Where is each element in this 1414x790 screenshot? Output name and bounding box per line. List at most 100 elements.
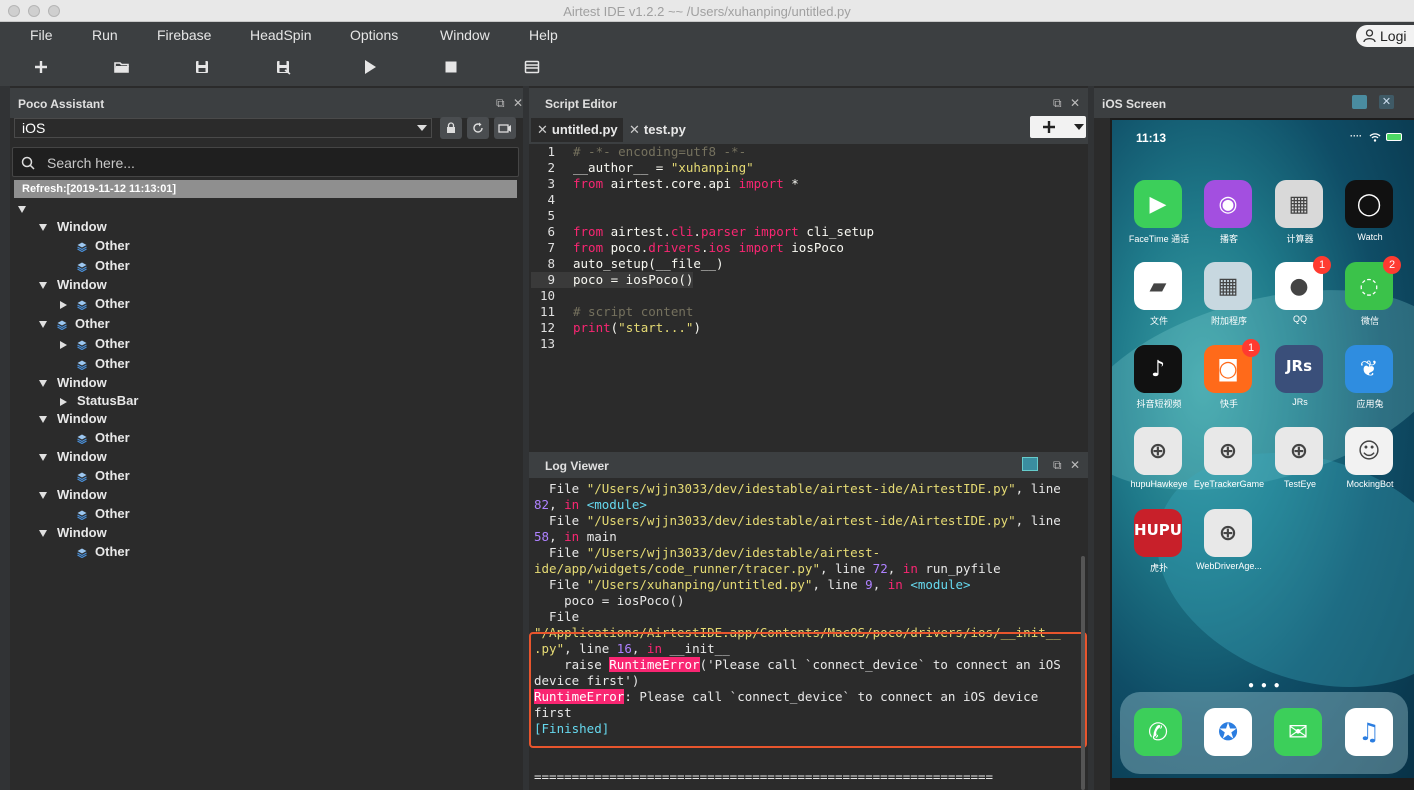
expand-triangle-icon[interactable] (39, 530, 47, 538)
float-panel-icon[interactable]: ⧉ (1053, 458, 1062, 473)
layers-icon (57, 320, 67, 330)
expand-triangle-icon[interactable] (39, 282, 47, 290)
app-glyph-icon: ✉ (1287, 718, 1309, 746)
log-scrollbar[interactable] (1081, 556, 1085, 790)
refresh-tree-button[interactable] (467, 117, 489, 139)
device-screen[interactable]: 11:13 ···· ▶ FaceTime 通话 ◉ 播客 ▦ 计算器 ◯ Watch ▰ 文件 ▦… (1112, 120, 1414, 778)
tree-node[interactable]: Other (60, 543, 130, 561)
filter-icon[interactable] (1022, 457, 1038, 471)
log-token: , (549, 497, 565, 512)
open-folder-icon[interactable] (112, 57, 132, 77)
tree-node[interactable]: Other (60, 335, 130, 353)
float-panel-icon[interactable]: ⧉ (496, 96, 505, 111)
close-tab-icon[interactable]: ✕ (537, 122, 548, 137)
tree-node[interactable]: Window (39, 276, 107, 294)
layers-icon (77, 300, 87, 310)
code-token: "xuhanping" (670, 160, 754, 175)
app-glyph-icon: ⊕ (1148, 439, 1168, 464)
collapse-triangle-icon[interactable] (60, 300, 67, 309)
menu-help[interactable]: Help (529, 27, 558, 43)
log-token: "/Users/wjjn3033/dev/idestable/airtest-i… (586, 481, 1016, 496)
tree-node-label: Window (57, 375, 107, 390)
close-panel-icon[interactable]: ✕ (513, 96, 523, 110)
app-label: 快手 (1219, 399, 1238, 409)
add-tab-button[interactable] (1030, 116, 1086, 138)
app-glyph-icon: ✆ (1147, 718, 1169, 746)
login-button[interactable]: Logi (1356, 25, 1414, 47)
grid-view-icon[interactable] (1352, 95, 1367, 109)
tools-icon[interactable]: ✕ (1379, 95, 1394, 109)
tree-node[interactable]: Other (60, 355, 130, 373)
lock-button[interactable] (440, 117, 462, 139)
log-list-icon[interactable] (522, 57, 542, 77)
line-number: 4 (547, 192, 555, 207)
poco-search-input[interactable] (47, 153, 487, 173)
tree-node[interactable]: Other (60, 295, 130, 313)
refresh-icon (473, 122, 483, 133)
poco-search-box[interactable] (12, 147, 519, 177)
save-icon[interactable] (192, 57, 212, 77)
tree-node[interactable]: Other (60, 257, 130, 275)
tree-node[interactable]: Window (39, 448, 107, 466)
tree-node[interactable]: Other (60, 505, 130, 523)
code-token: poco = iosPoco() (573, 272, 694, 287)
menu-options[interactable]: Options (350, 27, 398, 43)
tree-node[interactable]: Other (60, 429, 130, 447)
tree-node[interactable] (18, 200, 36, 218)
phone-app-icon[interactable]: ✆ (1134, 708, 1182, 756)
app-glyph-icon: ▶ (1149, 192, 1167, 217)
tree-node[interactable]: Other (60, 237, 130, 255)
log-line: 82, in <module> (534, 497, 647, 513)
tree-node[interactable]: Window (39, 374, 107, 392)
music-app-icon[interactable]: ♫ (1345, 708, 1393, 756)
expand-triangle-icon[interactable] (39, 492, 47, 500)
record-button[interactable] (494, 117, 516, 139)
tab-untitled[interactable]: ✕ untitled.py (531, 118, 623, 142)
run-icon[interactable] (360, 57, 380, 77)
tree-node-label: Other (95, 238, 130, 253)
code-token: import (738, 176, 784, 191)
expand-triangle-icon[interactable] (39, 380, 47, 388)
log-token: File (534, 577, 587, 592)
expand-triangle-icon[interactable] (39, 416, 47, 424)
log-token: "/Users/wjjn3033/dev/idestable/airtest- (586, 545, 881, 560)
menu-window[interactable]: Window (440, 27, 490, 43)
expand-triangle-icon[interactable] (39, 321, 47, 329)
new-file-icon[interactable] (31, 57, 51, 77)
expand-triangle-icon[interactable] (39, 224, 47, 232)
expand-triangle-icon[interactable] (18, 206, 26, 214)
menu-run[interactable]: Run (92, 27, 118, 43)
code-editor[interactable]: 1 # -*- encoding=utf8 -*- 2 __author__ = "x… (531, 144, 1086, 450)
close-panel-icon[interactable]: ✕ (1070, 96, 1080, 110)
expand-triangle-icon[interactable] (39, 454, 47, 462)
stop-icon[interactable] (441, 57, 461, 77)
notification-badge: 2 (1383, 256, 1401, 274)
tab-test[interactable]: ✕ test.py (623, 118, 693, 142)
close-tab-icon[interactable]: ✕ (629, 122, 640, 137)
plus-icon (1043, 121, 1055, 133)
tree-node[interactable]: Window (39, 410, 107, 428)
window-titlebar: Airtest IDE v1.2.2 ~~ /Users/xuhanping/u… (0, 0, 1414, 22)
tree-node[interactable]: Other (39, 315, 110, 333)
layers-icon (77, 548, 87, 558)
tree-node[interactable]: Window (39, 486, 107, 504)
platform-select[interactable]: iOS (14, 118, 432, 138)
tree-node-label: Other (75, 316, 110, 331)
refresh-timestamp: Refresh:[2019-11-12 11:13:01] (14, 180, 517, 198)
app-tile: ⊕ (1204, 509, 1252, 557)
save-as-icon[interactable] (273, 57, 293, 77)
collapse-triangle-icon[interactable] (60, 340, 67, 349)
menu-headspin[interactable]: HeadSpin (250, 27, 312, 43)
float-panel-icon[interactable]: ⧉ (1053, 96, 1062, 111)
close-panel-icon[interactable]: ✕ (1070, 458, 1080, 472)
menu-file[interactable]: File (30, 27, 53, 43)
tree-node[interactable]: StatusBar (60, 392, 138, 410)
collapse-triangle-icon[interactable] (60, 397, 67, 406)
tree-node[interactable]: Window (39, 218, 107, 236)
safari-app-icon[interactable]: ✪ (1204, 708, 1252, 756)
tree-node[interactable]: Window (39, 524, 107, 542)
messages-app-icon[interactable]: ✉ (1274, 708, 1322, 756)
tree-node[interactable]: Other (60, 467, 130, 485)
menu-firebase[interactable]: Firebase (157, 27, 211, 43)
